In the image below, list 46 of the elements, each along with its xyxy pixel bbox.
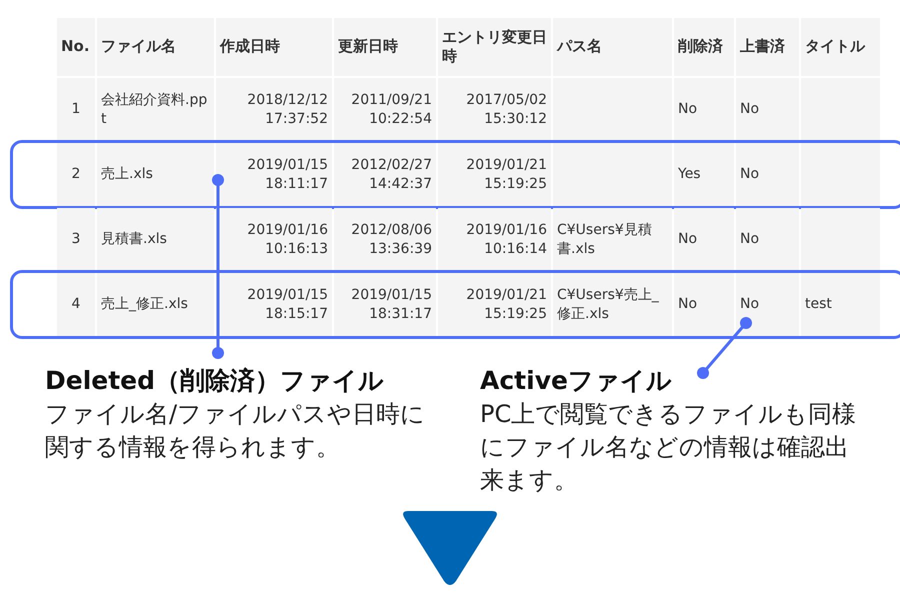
table-cell: 2011/09/21 10:22:54: [334, 78, 436, 141]
table-cell: 1: [57, 78, 95, 141]
table-cell: 売上_修正.xls: [97, 273, 214, 336]
table-cell: 3: [57, 208, 95, 271]
down-triangle-icon: [400, 511, 500, 587]
table-cell: 2019/01/16 10:16:14: [438, 208, 551, 271]
table-cell: Yes: [674, 143, 734, 206]
table-cell: 2: [57, 143, 95, 206]
table-cell: 2019/01/21 15:19:25: [438, 273, 551, 336]
column-header: ファイル名: [97, 18, 214, 76]
callout-title: Activeファイル: [480, 365, 673, 397]
table-cell: 2012/02/27 14:42:37: [334, 143, 436, 206]
table-cell: C¥Users¥見積書.xls: [553, 208, 672, 271]
table-cell: No: [736, 78, 799, 141]
callout-text: PC上で閲覧できるファイルも同様にファイル名などの情報は確認出来ます。: [480, 399, 858, 496]
column-header: 更新日時: [334, 18, 436, 76]
table-cell: 2017/05/02 15:30:12: [438, 78, 551, 141]
leader-line: [697, 317, 752, 379]
table-cell: 2019/01/15 18:31:17: [334, 273, 436, 336]
table-cell: 2019/01/16 10:16:13: [216, 208, 332, 271]
column-header: エントリ変更日時: [438, 18, 551, 76]
table-cell: 2019/01/15 18:11:17: [216, 143, 332, 206]
table-cell: No: [674, 273, 734, 336]
table-cell: 売上.xls: [97, 143, 214, 206]
table-cell: test: [801, 273, 880, 336]
column-header: 作成日時: [216, 18, 332, 76]
table-cell: 2019/01/21 15:19:25: [438, 143, 551, 206]
column-header: タイトル: [801, 18, 880, 76]
column-header: 削除済: [674, 18, 734, 76]
callout-title: Deleted（削除済）ファイル: [45, 365, 386, 397]
column-header: パス名: [553, 18, 672, 76]
table-cell: 2019/01/15 18:15:17: [216, 273, 332, 336]
table-cell: No: [736, 273, 799, 336]
column-header: No.: [57, 18, 95, 76]
table-cell: No: [736, 208, 799, 271]
table-cell: C¥Users¥売上_修正.xls: [553, 273, 672, 336]
table-cell: 2018/12/12 17:37:52: [216, 78, 332, 141]
table-cell: 2012/08/06 13:36:39: [334, 208, 436, 271]
column-header: 上書済: [736, 18, 799, 76]
table-cell: No: [674, 208, 734, 271]
callout-text: ファイル名/ファイルパスや日時に関する情報を得られます。: [45, 399, 426, 463]
table-cell: 会社紹介資料.ppt: [97, 78, 214, 141]
table-cell: 4: [57, 273, 95, 336]
table-cell: 見積書.xls: [97, 208, 214, 271]
table-cell: No: [674, 78, 734, 141]
table-cell: No: [736, 143, 799, 206]
